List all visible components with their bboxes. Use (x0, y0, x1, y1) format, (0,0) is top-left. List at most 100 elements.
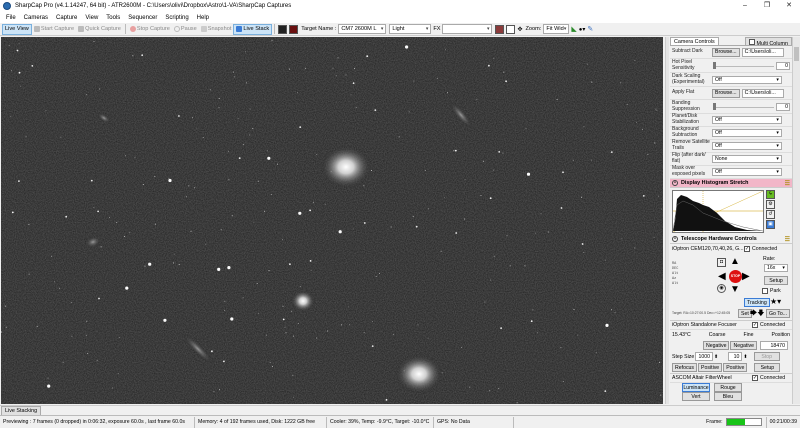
image-scrollbar[interactable] (665, 37, 669, 404)
menu-sequencer[interactable]: Sequencer (124, 15, 161, 21)
hot-pixel-slider[interactable] (712, 61, 776, 70)
park-checkbox[interactable] (762, 288, 768, 294)
focuser-connected-checkbox[interactable]: ✓ (752, 322, 758, 328)
stepper-icon[interactable]: ⬍ (714, 354, 718, 360)
filter-rouge-button[interactable]: Rouge (714, 383, 742, 392)
hot-pixel-value[interactable]: 0 (776, 61, 790, 70)
arrow-up-icon[interactable]: ▲ (730, 256, 740, 267)
filter-bleu-button[interactable]: Bleu (714, 392, 742, 401)
minimize-button[interactable]: – (734, 0, 756, 12)
snapshot-button[interactable]: Snapshot (199, 24, 234, 35)
sync-icon[interactable]: ◘ (717, 258, 726, 267)
live-view-button[interactable]: Live View (2, 23, 32, 35)
dark-scaling-dropdown[interactable]: Off ▾ (712, 75, 782, 84)
refocus-button[interactable]: Refocus (672, 363, 698, 372)
live-image-view[interactable] (1, 37, 663, 404)
mount-setup-button[interactable]: Setup (764, 276, 788, 285)
panel-scrollbar[interactable] (792, 37, 800, 404)
fine-negative-button[interactable]: Negative (730, 341, 757, 350)
telescope-header[interactable]: ^ Telescope Hardware Controls ☰ (670, 235, 792, 244)
filter-vert-button[interactable]: Vert (682, 392, 710, 401)
start-capture-button[interactable]: Start Capture (32, 24, 76, 35)
star (610, 151, 613, 153)
filter-luminance-button[interactable]: Luminance (682, 383, 710, 392)
scrollbar-thumb[interactable] (794, 47, 799, 61)
tab-camera-controls[interactable]: Camera Controls (670, 37, 719, 45)
step-size-value[interactable]: 1000 (695, 352, 713, 361)
background-sub-dropdown[interactable]: Off ▾ (712, 129, 782, 137)
remove-satellite-dropdown[interactable]: Off ▾ (712, 142, 782, 150)
fx-dropdown[interactable]: ▾ (442, 24, 493, 34)
maximize-button[interactable]: ❐ (756, 0, 778, 12)
banding-slider[interactable] (712, 102, 776, 111)
star-icon[interactable]: ★▾ (770, 297, 781, 306)
arrows-icon[interactable]: 🡆🡇 (750, 309, 764, 320)
pause-button[interactable]: Pause (172, 24, 199, 35)
apply-flat-path[interactable]: C:\Users\oli... (741, 88, 784, 98)
apply-flat-browse-button[interactable]: Browse... (712, 88, 740, 98)
arrow-right-icon[interactable]: ▶ (742, 271, 750, 282)
goto-button[interactable]: Go To... (766, 309, 791, 318)
stop-button[interactable]: STOP (729, 270, 742, 283)
flip-dropdown[interactable]: None ▾ (712, 155, 782, 163)
menu-scripting[interactable]: Scripting (161, 15, 192, 21)
target-name-dropdown[interactable]: CM7 2600M L ▾ (338, 24, 387, 34)
arrow-down-icon[interactable]: ▼ (730, 284, 740, 295)
pause-label: Pause (180, 26, 197, 32)
stepper-icon[interactable]: ⬍ (743, 354, 747, 360)
color-swatch-icon[interactable] (278, 24, 288, 34)
banding-value[interactable]: 0 (776, 102, 790, 111)
menu-cameras[interactable]: Cameras (20, 15, 52, 21)
red-swatch-icon[interactable] (289, 24, 299, 34)
position-value[interactable]: 18470 (759, 341, 788, 350)
subtract-dark-browse-button[interactable]: Browse... (712, 47, 740, 57)
menu-icon[interactable]: ☰ (785, 236, 790, 243)
focuser-stop-button[interactable]: Stop (753, 352, 780, 361)
save-icon[interactable]: ▣ (766, 220, 775, 229)
overlay-icon[interactable] (506, 24, 516, 34)
collapse-icon[interactable]: ^ (672, 236, 678, 242)
star (428, 208, 429, 210)
menu-help[interactable]: Help (193, 15, 213, 21)
coarse-negative-button[interactable]: Negative (703, 341, 730, 350)
live-stack-button[interactable]: Live Stack (233, 23, 273, 35)
menu-icon[interactable]: ☰ (785, 180, 790, 187)
arrow-left-icon[interactable]: ◀ (718, 271, 726, 282)
multi-column-checkbox[interactable] (749, 39, 756, 45)
reset-icon[interactable]: ↺ (766, 210, 775, 219)
filter-connected-checkbox[interactable]: ✓ (752, 375, 758, 381)
menu-capture[interactable]: Capture (52, 15, 81, 21)
fine-positive-button[interactable]: Positive (723, 363, 748, 372)
subtract-dark-path[interactable]: C:\Users\oli... (741, 47, 784, 57)
zoom-dropdown[interactable]: Fit Wid ▾ (543, 24, 570, 34)
step-fine-value[interactable]: 10 (728, 352, 743, 361)
settings-icon[interactable]: ✎ (587, 25, 593, 33)
tracking-button[interactable]: Tracking (744, 298, 770, 307)
planet-disk-dropdown[interactable]: Off ▾ (712, 116, 782, 124)
quick-capture-button[interactable]: Quick Capture (76, 24, 123, 35)
histogram-chart[interactable] (672, 190, 764, 233)
stop-capture-button[interactable]: Stop Capture (128, 24, 172, 35)
mount-connected-checkbox[interactable]: ✓ (744, 246, 750, 252)
zoom-label: Zoom: (525, 26, 542, 32)
frame-type-dropdown[interactable]: Light ▾ (389, 24, 432, 34)
auto-stretch-icon[interactable]: ϟ (766, 190, 775, 199)
focus-icon[interactable]: ●▾ (579, 26, 586, 33)
close-button[interactable]: ✕ (778, 0, 800, 12)
histogram-header[interactable]: ^ Display Histogram Stretch ☰ (670, 179, 792, 188)
adjust-icon[interactable]: ✥ (517, 26, 522, 33)
mask-dropdown[interactable]: Off ▾ (712, 168, 782, 176)
focuser-setup-button[interactable]: Setup (754, 363, 781, 372)
menu-file[interactable]: File (2, 15, 20, 21)
home-icon[interactable]: ◉ (717, 284, 726, 293)
collapse-icon[interactable]: ^ (672, 180, 678, 186)
reticule-icon[interactable] (495, 24, 505, 34)
menu-view[interactable]: View (81, 15, 102, 21)
histogram-icon[interactable]: ◣ (571, 25, 576, 33)
rate-dropdown[interactable]: 16x ▾ (764, 264, 788, 272)
gear-icon[interactable]: ⚙ (766, 200, 775, 209)
tab-multi-column[interactable]: Multi Column (745, 37, 792, 47)
coarse-positive-button[interactable]: Positive (698, 363, 723, 372)
menu-tools[interactable]: Tools (102, 15, 124, 21)
sharpcap-logo-icon (3, 2, 11, 10)
